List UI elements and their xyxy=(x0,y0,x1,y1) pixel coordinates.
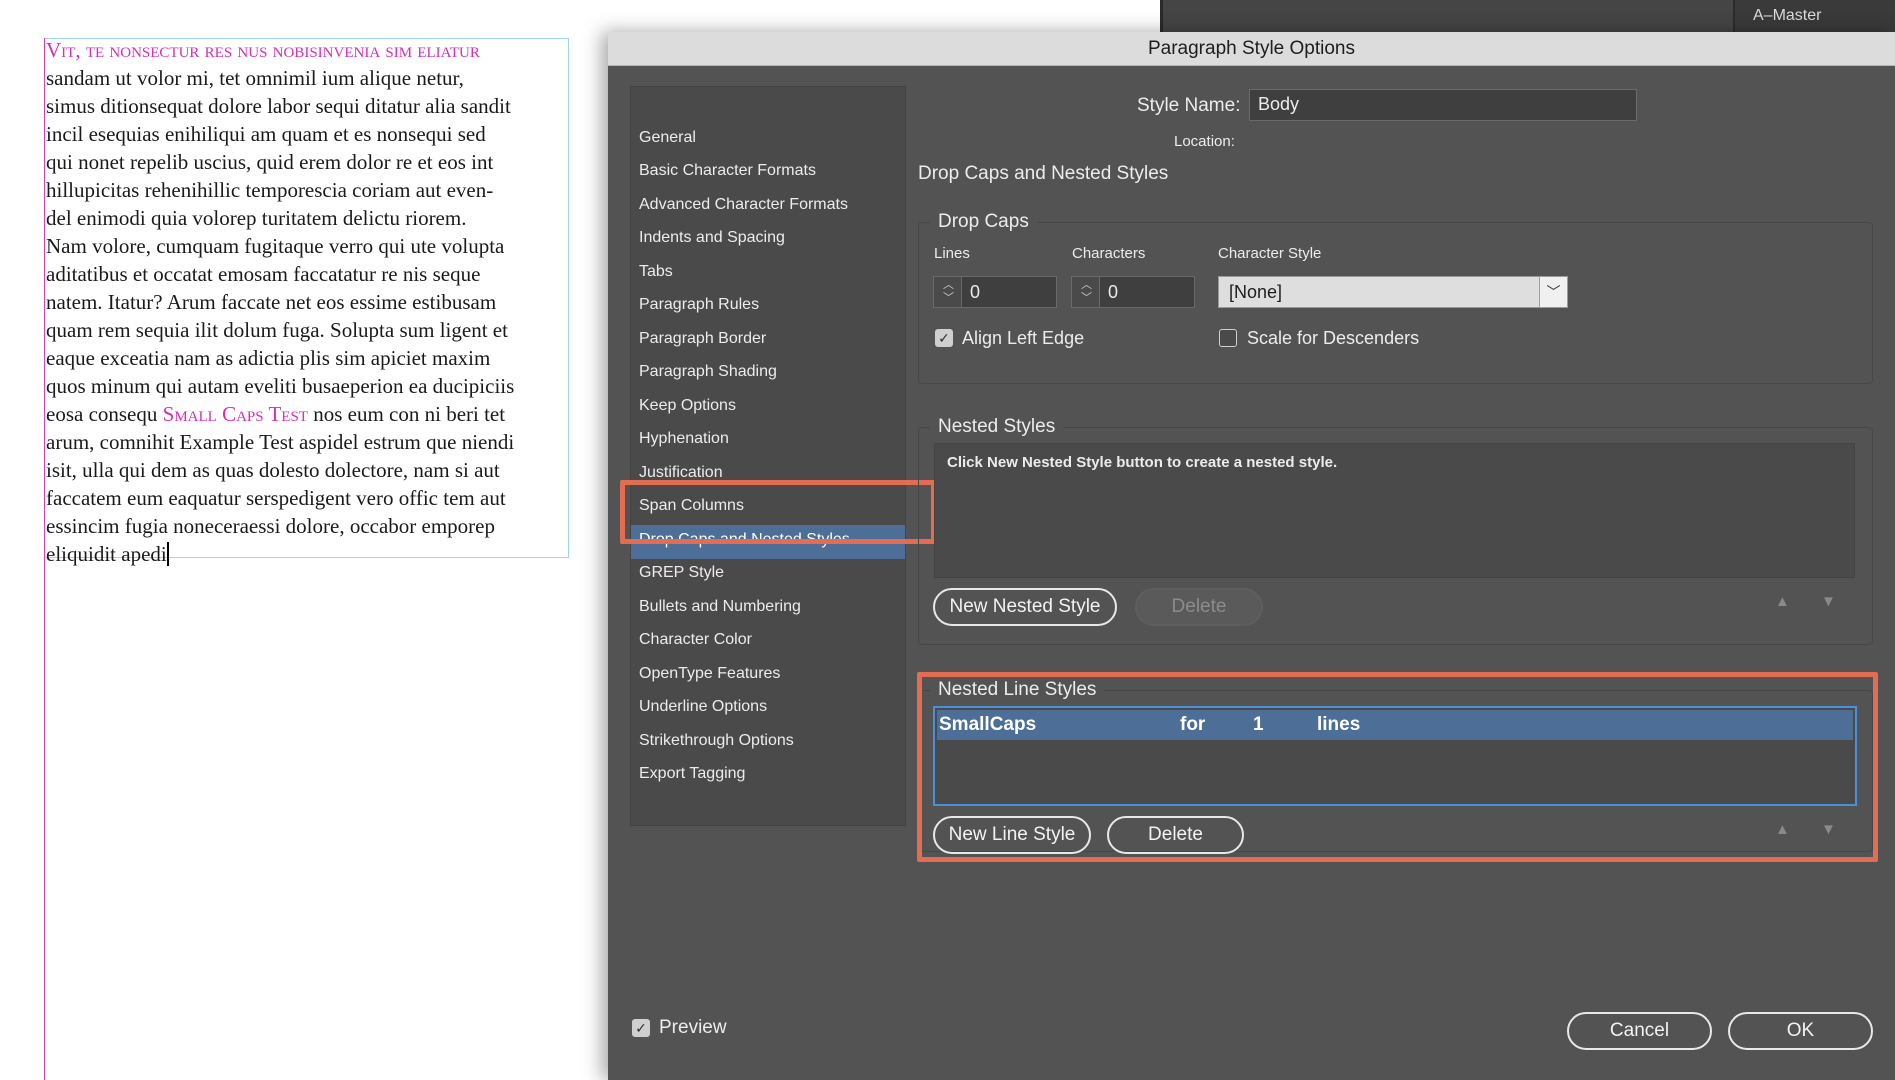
text-line: essincim fugia noneceraessi dolore, occa… xyxy=(46,514,495,538)
new-nested-style-button[interactable]: New Nested Style xyxy=(933,588,1117,626)
category-strikethrough-options[interactable]: Strikethrough Options xyxy=(639,732,794,750)
character-style-dropdown[interactable]: [None] ﹀ xyxy=(1218,276,1568,308)
text-line-last: eliquidit apedi xyxy=(46,540,576,568)
text-line: incil esequias enihiliqui am quam et es … xyxy=(46,122,486,146)
document-text[interactable]: Vit, te nonsectur res nus nobisinvenia s… xyxy=(46,36,576,568)
selected-category-highlight xyxy=(620,480,936,544)
text-line: del enimodi quia volorep turitatem delic… xyxy=(46,206,467,230)
pages-panel: A–Master xyxy=(1160,0,1895,36)
text-line: arum, comnihit Example Test aspidel estr… xyxy=(46,430,515,454)
text-line: natem. Itatur? Arum faccate net eos essi… xyxy=(46,290,497,314)
small-caps-run: Small Caps Test xyxy=(162,402,308,426)
drop-cap-lines-stepper[interactable]: ︿ ﹀ 0 xyxy=(933,276,1057,308)
category-paragraph-rules[interactable]: Paragraph Rules xyxy=(639,296,759,314)
style-name-field[interactable]: Body xyxy=(1249,89,1637,121)
category-tabs[interactable]: Tabs xyxy=(639,263,673,281)
scale-for-descenders-checkbox[interactable] xyxy=(1219,329,1237,347)
character-style-value: [None] xyxy=(1229,282,1283,302)
category-grep-style[interactable]: GREP Style xyxy=(639,564,724,582)
preview-label: Preview xyxy=(659,1017,727,1038)
text-run: eliquidit apedi xyxy=(46,542,167,566)
dialog-titlebar[interactable]: Paragraph Style Options xyxy=(608,32,1895,66)
stepper-arrows[interactable]: ︿ ﹀ xyxy=(1072,277,1100,307)
move-down-icon[interactable]: ▼ xyxy=(1821,593,1836,610)
text-line: quos minum qui autam eveliti busaeperion… xyxy=(46,374,515,398)
nested-styles-list[interactable]: Click New Nested Style button to create … xyxy=(934,443,1855,578)
text-line: faccatem eum eaquatur serspedigent vero … xyxy=(46,486,506,510)
cancel-button[interactable]: Cancel xyxy=(1567,1012,1712,1050)
category-character-color[interactable]: Character Color xyxy=(639,631,752,649)
stepper-up-icon[interactable]: ︿ xyxy=(1081,280,1092,291)
stepper-arrows[interactable]: ︿ ﹀ xyxy=(934,277,962,307)
drop-cap-characters-value: 0 xyxy=(1108,282,1119,302)
characters-label: Characters xyxy=(1072,245,1146,262)
text-run: nos eum con ni beri tet xyxy=(307,402,506,426)
text-line: eaque exceatia nam as adictia plis sim a… xyxy=(46,346,491,370)
chevron-down-icon[interactable]: ﹀ xyxy=(1539,277,1567,307)
text-line: isit, ulla qui dem as quas dolesto dolec… xyxy=(46,458,500,482)
category-bullets-and-numbering[interactable]: Bullets and Numbering xyxy=(639,598,801,616)
paragraph-style-options-dialog: Paragraph Style Options General Basic Ch… xyxy=(608,32,1895,1080)
category-export-tagging[interactable]: Export Tagging xyxy=(639,765,745,783)
ok-button[interactable]: OK xyxy=(1728,1012,1873,1050)
category-paragraph-shading[interactable]: Paragraph Shading xyxy=(639,363,777,381)
nested-line-styles-highlight xyxy=(917,672,1878,862)
paragraph-heading: Vit, te nonsectur res nus nobisinvenia s… xyxy=(46,38,480,62)
dialog-title: Paragraph Style Options xyxy=(1147,38,1355,59)
text-line-small-caps: eosa consequ Small Caps Test nos eum con… xyxy=(46,400,576,428)
master-page-label: A–Master xyxy=(1753,7,1822,24)
align-left-edge-label: Align Left Edge xyxy=(962,328,1085,348)
text-line: simus ditionsequat dolore labor sequi di… xyxy=(46,94,511,118)
drop-cap-lines-value: 0 xyxy=(970,282,981,302)
stepper-down-icon[interactable]: ﹀ xyxy=(1081,293,1092,304)
section-title: Drop Caps and Nested Styles xyxy=(918,163,1169,184)
nested-styles-empty-message: Click New Nested Style button to create … xyxy=(947,454,1338,471)
category-hyphenation[interactable]: Hyphenation xyxy=(639,430,729,448)
style-name-value: Body xyxy=(1258,94,1300,114)
text-run: eosa consequ xyxy=(46,402,163,426)
category-keep-options[interactable]: Keep Options xyxy=(639,397,736,415)
text-line: aditatibus et occatat emosam faccatatur … xyxy=(46,262,481,286)
stepper-down-icon[interactable]: ﹀ xyxy=(943,293,954,304)
category-underline-options[interactable]: Underline Options xyxy=(639,698,767,716)
category-opentype-features[interactable]: OpenType Features xyxy=(639,665,780,683)
text-line: Nam volore, cumquam fugitaque verro qui … xyxy=(46,234,505,258)
scale-for-descenders-label: Scale for Descenders xyxy=(1247,328,1420,348)
text-line: quam rem sequia ilit dolum fuga. Solupta… xyxy=(46,318,508,342)
category-list: General Basic Character Formats Advanced… xyxy=(630,86,906,826)
category-basic-character-formats[interactable]: Basic Character Formats xyxy=(639,162,816,180)
align-left-edge-checkbox[interactable]: ✓ xyxy=(935,329,953,347)
style-name-label: Style Name: xyxy=(1137,95,1241,116)
text-cursor xyxy=(166,542,169,566)
drop-cap-characters-stepper[interactable]: ︿ ﹀ 0 xyxy=(1071,276,1195,308)
drop-caps-legend: Drop Caps xyxy=(930,211,1037,233)
preview-checkbox[interactable]: ✓ xyxy=(632,1019,650,1037)
text-line: sandam ut volor mi, tet omnimil ium aliq… xyxy=(46,66,464,90)
category-paragraph-border[interactable]: Paragraph Border xyxy=(639,330,766,348)
category-general[interactable]: General xyxy=(639,129,696,147)
category-advanced-character-formats[interactable]: Advanced Character Formats xyxy=(639,196,848,214)
lines-label: Lines xyxy=(934,245,970,262)
category-indents-and-spacing[interactable]: Indents and Spacing xyxy=(639,229,785,247)
character-style-label: Character Style xyxy=(1218,245,1322,262)
stepper-up-icon[interactable]: ︿ xyxy=(943,280,954,291)
master-page-tab[interactable]: A–Master xyxy=(1733,0,1895,36)
text-line: hillupicitas rehenihillic temporescia co… xyxy=(46,178,494,202)
text-line: qui nonet repelib uscius, quid erem dolo… xyxy=(46,150,494,174)
delete-nested-style-button[interactable]: Delete xyxy=(1135,588,1263,626)
nested-styles-legend: Nested Styles xyxy=(930,416,1064,438)
location-label: Location: xyxy=(1174,133,1235,150)
move-up-icon[interactable]: ▲ xyxy=(1775,593,1790,610)
